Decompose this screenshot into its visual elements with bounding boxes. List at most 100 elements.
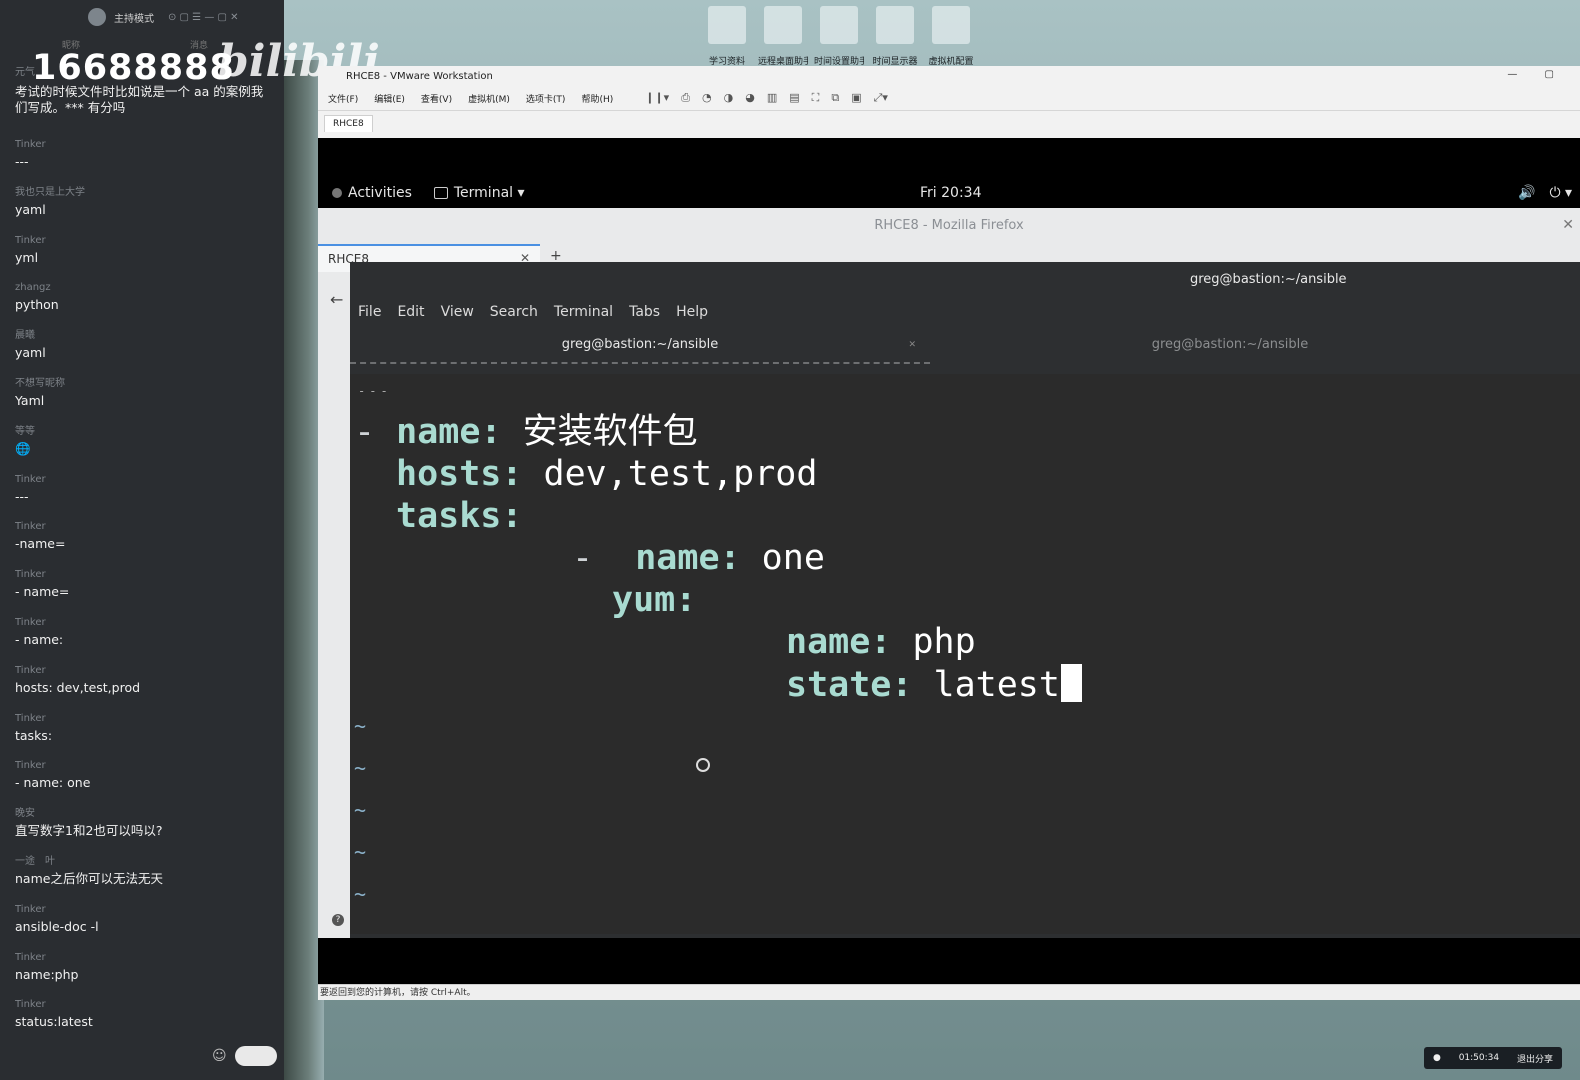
chat-message: Tinker hosts: dev,test,prod	[15, 664, 275, 712]
send-toggle[interactable]	[234, 1046, 277, 1066]
menu-help[interactable]: 帮助(H)	[581, 92, 613, 105]
console-view-icon[interactable]: ▤	[789, 91, 799, 105]
vim-empty-line: ~	[354, 840, 367, 864]
yaml-key: state:	[786, 665, 913, 705]
stretch-icon[interactable]: ⤢▾	[874, 91, 888, 105]
host-mode-label: 主持模式	[114, 13, 154, 25]
menu-vm[interactable]: 虚拟机(M)	[468, 92, 510, 105]
chat-text: yml	[15, 249, 39, 265]
terminal-tab-label: greg@bastion:~/ansible	[561, 337, 719, 352]
vim-empty-line: ~	[354, 714, 367, 738]
chat-text: ---	[15, 488, 29, 504]
menu-file[interactable]: File	[358, 304, 381, 320]
chat-message: Tinker ---	[15, 473, 275, 521]
file-icon	[820, 6, 858, 44]
fullscreen-icon[interactable]: ⛶	[812, 91, 820, 105]
yaml-key: name:	[635, 538, 741, 578]
menu-terminal[interactable]: Terminal	[554, 304, 613, 320]
yaml-value: latest	[933, 665, 1060, 705]
chat-username: Tinker	[15, 521, 46, 533]
menu-file[interactable]: 文件(F)	[328, 92, 358, 105]
window-controls[interactable]: — ▢	[1507, 69, 1566, 80]
terminal-window: greg@bastion:~/ansible File Edit View Se…	[350, 262, 1580, 938]
desktop-icon-5[interactable]: 虚拟机配置	[926, 6, 976, 67]
recording-badge: ● 01:50:34 退出分享	[1424, 1047, 1562, 1069]
yaml-value: php	[912, 622, 976, 662]
chat-message: 晚安 直写数字1和2也可以吗以?	[15, 807, 275, 855]
emoji-icon[interactable]: ☺	[212, 1048, 227, 1064]
app-menu-label: Terminal ▾	[453, 185, 525, 201]
chat-message: Tinker yml	[15, 234, 275, 282]
vmware-tabbar: RHCE8	[318, 110, 1580, 136]
desktop-icon-1[interactable]: 学习资料	[702, 6, 752, 67]
terminal-tab-inactive[interactable]: greg@bastion:~/ansible	[930, 326, 1530, 364]
snapshot-manager-icon[interactable]: ◕	[745, 91, 755, 105]
recording-dot-icon: ●	[1432, 1053, 1441, 1063]
yaml-key: tasks:	[396, 496, 523, 536]
chat-text: - name: one	[15, 775, 91, 791]
chat-text: yaml	[15, 345, 46, 361]
chat-username: Tinker	[15, 569, 46, 581]
terminal-icon[interactable]: ▣	[851, 91, 861, 105]
close-icon[interactable]: ✕	[1562, 217, 1574, 233]
send-keys-icon[interactable]: ⎙	[681, 91, 690, 105]
file-icon	[932, 6, 970, 44]
chat-text: - name=	[15, 584, 70, 600]
chat-username: Tinker	[15, 473, 46, 485]
chat-username: 等等	[15, 425, 35, 437]
menu-tabs[interactable]: 选项卡(T)	[526, 92, 566, 105]
mouse-pointer	[696, 758, 710, 772]
menu-view[interactable]: 查看(V)	[421, 92, 452, 105]
tab-close-icon[interactable]: ✕	[908, 326, 916, 364]
terminal-titlebar: greg@bastion:~/ansible	[1190, 272, 1347, 287]
chat-window-controls[interactable]: ⊙ ▢ ☰ — ▢ ✕	[168, 12, 239, 23]
viewer-counter: 16688888	[32, 48, 235, 88]
menu-tabs[interactable]: Tabs	[629, 304, 660, 320]
chat-message: Tinker - name=	[15, 568, 275, 616]
file-icon	[764, 6, 802, 44]
code-line-7: state: latest	[786, 664, 1082, 705]
chat-username: Tinker	[15, 903, 46, 915]
chat-username: 一途 叶	[15, 855, 55, 867]
chat-text: Yaml	[15, 392, 45, 408]
chat-username: Tinker	[15, 951, 46, 963]
code-line-6: name: php	[786, 622, 976, 662]
pause-icon[interactable]: ❙❙▾	[645, 91, 669, 105]
menu-edit[interactable]: 编辑(E)	[374, 92, 405, 105]
chat-message: Tinker - name: one	[15, 759, 275, 807]
desktop-icon-4[interactable]: 时间显示器	[870, 6, 920, 67]
live-chat-panel: 主持模式 ⊙ ▢ ☰ — ▢ ✕ 昵称 消息 元气 考试的时候文件时比如说是一个 …	[0, 0, 380, 1080]
vm-tab-rhce8[interactable]: RHCE8	[324, 115, 373, 132]
menu-help[interactable]: Help	[676, 304, 708, 320]
exit-share-button[interactable]: 退出分享	[1517, 1052, 1553, 1065]
system-tray[interactable]: 🔊 ⏻ ▾	[1518, 185, 1572, 201]
app-menu[interactable]: Terminal ▾	[433, 185, 525, 201]
help-icon[interactable]: ?	[332, 914, 344, 926]
chat-message: 一途 叶 name之后你可以无法无天	[15, 855, 275, 903]
chat-text: name:php	[15, 966, 79, 982]
desktop-icon-3[interactable]: 时间设置助手	[814, 6, 864, 67]
menu-edit[interactable]: Edit	[397, 304, 424, 320]
chat-message: Tinker ansible-doc -l	[15, 903, 275, 951]
terminal-app-icon	[433, 187, 448, 199]
clock[interactable]: Fri 20:34	[920, 185, 981, 201]
chat-message: 晨曦 yaml	[15, 329, 275, 377]
menu-search[interactable]: Search	[490, 304, 538, 320]
chat-message-list[interactable]: 元气 考试的时候文件时比如说是一个 aa 的案例我们写成。*** 有分吗 Tink…	[15, 66, 275, 1046]
back-arrow-icon[interactable]: ←	[330, 290, 343, 309]
library-icon[interactable]: ▥	[767, 91, 777, 105]
code-line-2: hosts: dev,test,prod	[396, 454, 817, 494]
vim-editor[interactable]: --- - name: 安装软件包 hosts: dev,test,prod t…	[350, 374, 1580, 934]
activities-button[interactable]: Activities	[332, 185, 412, 201]
yaml-value: one	[761, 538, 825, 578]
snapshot-icon[interactable]: ◔	[702, 91, 712, 105]
menu-view[interactable]: View	[441, 304, 474, 320]
revert-snapshot-icon[interactable]: ◑	[724, 91, 734, 105]
yaml-key: name:	[396, 412, 502, 452]
chat-message: Tinker name:php	[15, 951, 275, 999]
chat-message: Tinker -name=	[15, 520, 275, 568]
terminal-tab-active[interactable]: greg@bastion:~/ansible ✕	[350, 326, 930, 364]
desktop-icon-2[interactable]: 远程桌面助手	[758, 6, 808, 67]
code-line-1: - name: 安装软件包	[354, 412, 698, 452]
unity-icon[interactable]: ⧉	[831, 91, 839, 105]
